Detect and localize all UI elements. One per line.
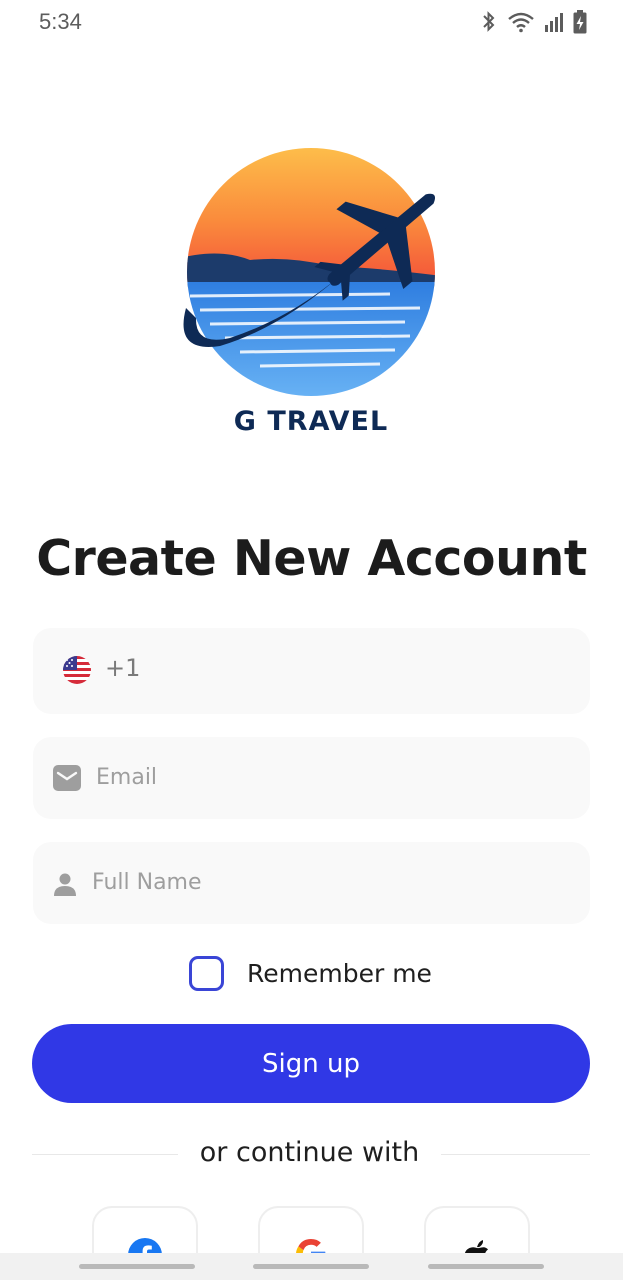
nav-handle-center[interactable] bbox=[253, 1264, 369, 1269]
divider-line-right bbox=[441, 1154, 590, 1155]
status-time: 5:34 bbox=[39, 9, 82, 34]
status-icons bbox=[480, 10, 587, 34]
full-name-input[interactable] bbox=[92, 862, 512, 902]
nav-handle-right[interactable] bbox=[428, 1264, 544, 1269]
phone-input[interactable] bbox=[145, 650, 565, 690]
mail-icon bbox=[53, 765, 81, 795]
us-flag-icon[interactable] bbox=[63, 656, 91, 684]
status-bar: 5:34 bbox=[0, 0, 623, 46]
phone-field[interactable]: +1 bbox=[33, 628, 590, 714]
divider-line-left bbox=[32, 1154, 178, 1155]
dial-code[interactable]: +1 bbox=[105, 654, 140, 682]
divider-text: or continue with bbox=[199, 1137, 420, 1168]
brand-name: G TRAVEL bbox=[233, 406, 389, 437]
bluetooth-icon bbox=[483, 11, 495, 32]
travel-logo-graphic bbox=[183, 148, 435, 396]
page-title: Create New Account bbox=[36, 530, 587, 587]
app-logo: G TRAVEL bbox=[180, 148, 442, 448]
full-name-field[interactable] bbox=[33, 842, 590, 924]
email-input[interactable] bbox=[96, 757, 516, 797]
sign-up-button[interactable]: Sign up bbox=[32, 1024, 590, 1103]
remember-label[interactable]: Remember me bbox=[247, 959, 432, 988]
battery-charging-icon bbox=[573, 10, 587, 34]
nav-handle-left[interactable] bbox=[79, 1264, 195, 1269]
system-nav-bar bbox=[0, 1253, 623, 1280]
remember-checkbox[interactable] bbox=[189, 956, 224, 991]
signal-icon bbox=[545, 13, 563, 32]
email-field[interactable] bbox=[33, 737, 590, 819]
person-icon bbox=[53, 872, 77, 900]
wifi-icon bbox=[508, 12, 534, 33]
remember-me-toggle[interactable]: Remember me bbox=[189, 956, 432, 991]
